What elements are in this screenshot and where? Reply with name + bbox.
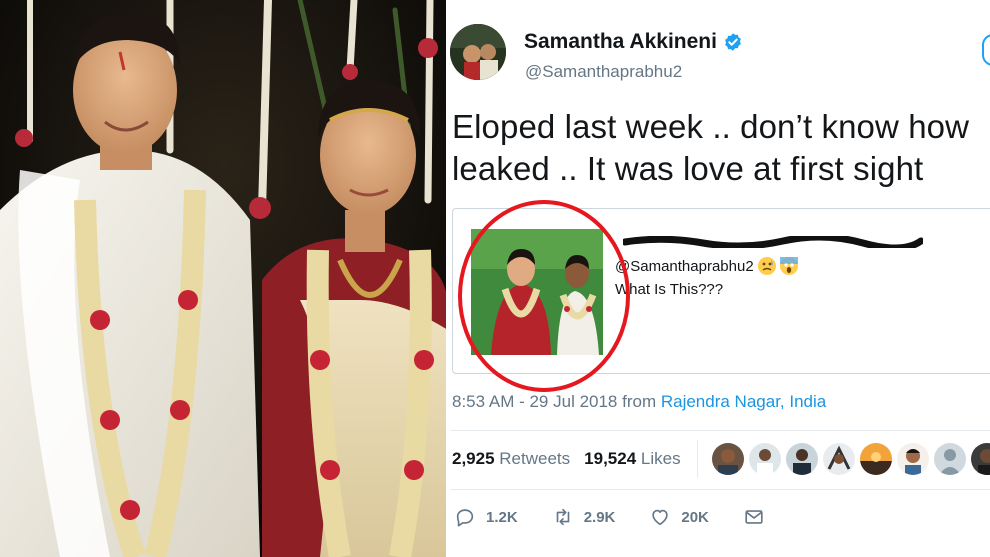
retweet-button[interactable]: 2.9K <box>552 506 616 528</box>
quoted-tweet-text-row: @Samanthaprabhu2 <box>615 257 798 275</box>
verified-badge-icon <box>725 33 741 51</box>
heart-icon <box>652 509 669 526</box>
tweet-timestamp: 8:53 AM - 29 Jul 2018 from Rajendra Naga… <box>452 392 826 412</box>
author-avatar[interactable] <box>450 24 506 80</box>
tweet-card: Samantha Akkineni @Samanthaprabhu2 Elope… <box>450 0 990 557</box>
tweet-text-line-2: leaked .. It was love at first sight <box>452 150 924 187</box>
liker-avatar[interactable] <box>749 443 781 475</box>
liker-avatar[interactable] <box>934 443 966 475</box>
divider <box>450 430 990 431</box>
liker-avatar[interactable] <box>823 443 855 475</box>
liker-avatar[interactable] <box>712 443 744 475</box>
author-handle[interactable]: @Samanthaprabhu2 <box>525 62 682 82</box>
retweets-label: Retweets <box>499 449 571 468</box>
wedding-photo <box>0 0 448 557</box>
reply-icon <box>456 509 474 527</box>
retweets-count: 2,925 <box>452 449 495 468</box>
reply-button[interactable]: 1.2K <box>454 506 518 528</box>
like-button[interactable]: 20K <box>649 506 709 528</box>
screaming-face-icon <box>779 257 798 275</box>
retweet-count: 2.9K <box>583 508 616 526</box>
likes-count: 19,524 <box>584 449 637 468</box>
timestamp-text[interactable]: 8:53 AM - 29 Jul 2018 from <box>452 392 661 411</box>
author-name[interactable]: Samantha Akkineni <box>524 30 743 54</box>
like-count: 20K <box>681 508 709 526</box>
liker-avatar[interactable] <box>860 443 892 475</box>
retweet-icon <box>556 508 570 526</box>
envelope-icon <box>745 510 763 524</box>
liker-avatars <box>712 443 990 475</box>
likes-stat[interactable]: 19,524 Likes <box>584 449 680 469</box>
divider <box>450 489 990 490</box>
follow-button-edge[interactable] <box>982 34 990 66</box>
retweets-stat[interactable]: 2,925 Retweets <box>452 449 570 469</box>
quoted-tweet-image[interactable] <box>471 229 603 355</box>
tweet-actions: 1.2K 2.9K 20K <box>454 506 799 528</box>
stats-divider <box>697 440 698 478</box>
tweet-text-line-1: Eloped last week .. don’t know how <box>452 108 970 145</box>
quoted-tweet-body: What Is This??? <box>615 281 724 298</box>
redacted-name-scribble <box>623 236 923 248</box>
location-link[interactable]: Rajendra Nagar, India <box>661 392 826 411</box>
anxious-face-icon <box>757 257 776 275</box>
reply-count: 1.2K <box>486 508 518 526</box>
author-name-text: Samantha Akkineni <box>524 30 717 53</box>
likes-label: Likes <box>640 449 681 468</box>
liker-avatar[interactable] <box>971 443 990 475</box>
liker-avatar[interactable] <box>897 443 929 475</box>
quoted-tweet[interactable]: @Samanthaprabhu2 What Is This??? <box>452 208 990 374</box>
quoted-mention[interactable]: @Samanthaprabhu2 <box>615 258 754 275</box>
liker-avatar[interactable] <box>786 443 818 475</box>
tweet-text: Eloped last week .. don’t know how leake… <box>452 106 990 190</box>
direct-message-button[interactable] <box>743 506 765 528</box>
tweet-stats: 2,925 Retweets 19,524 Likes <box>452 449 681 469</box>
